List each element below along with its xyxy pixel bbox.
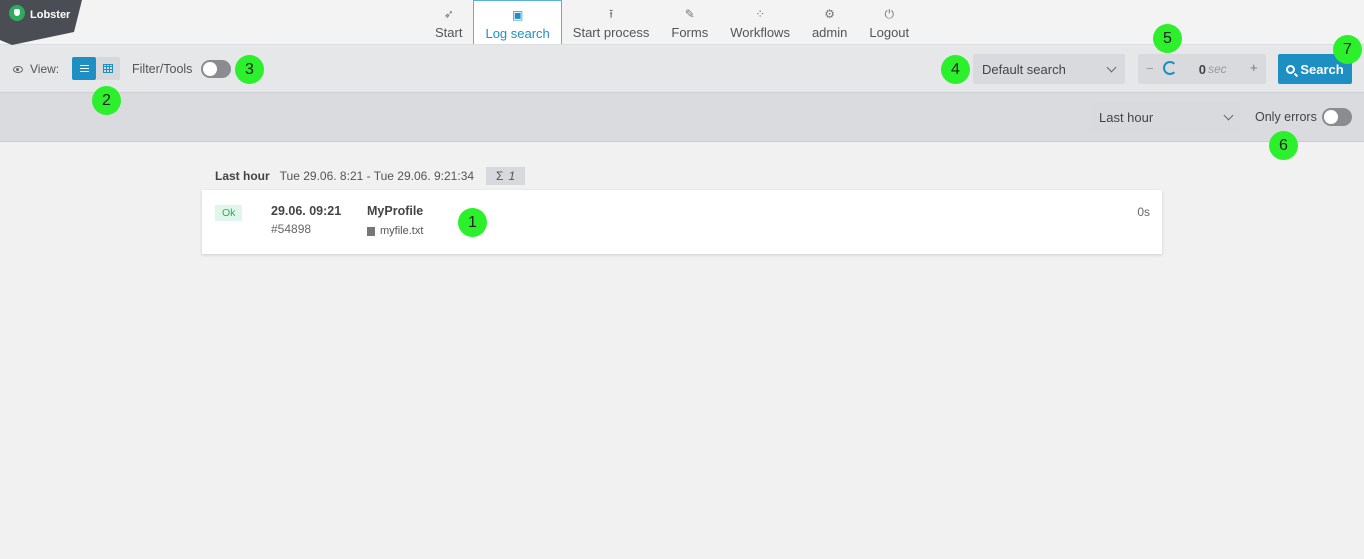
table-icon [103, 64, 113, 73]
annotation-marker-4: 4 [941, 55, 970, 84]
entry-time: 29.06. 09:21 [271, 204, 342, 218]
filter-tools-toggle[interactable] [201, 60, 231, 78]
results-period: Last hour [215, 169, 270, 183]
refresh-icon[interactable] [1163, 61, 1177, 75]
nav-start-process[interactable]: ⭱ Start process [562, 0, 661, 45]
search-icon [1286, 64, 1296, 74]
only-errors-toggle[interactable] [1322, 108, 1352, 126]
view-label-text: View: [30, 62, 60, 76]
annotation-marker-5: 5 [1153, 24, 1182, 53]
refresh-increase-button[interactable]: + [1250, 60, 1258, 75]
entry-job-id: #54898 [271, 222, 312, 236]
status-badge: Ok [215, 205, 243, 221]
list-view-button[interactable] [72, 57, 96, 80]
refresh-interval-unit: sec [1208, 62, 1227, 76]
document-search-icon: ▣ [511, 8, 524, 22]
search-toolbar: View: Filter/Tools Default search − 0 se… [0, 45, 1364, 93]
annotation-marker-2: 2 [92, 86, 121, 115]
upload-icon: ⭱ [608, 7, 614, 21]
lobster-logo[interactable]: Lobster [0, 0, 82, 45]
nav-forms[interactable]: ✎ Forms [660, 0, 719, 45]
nav-logout[interactable]: ⏻ Logout [858, 0, 920, 45]
nav-workflows[interactable]: ⁘ Workflows [719, 0, 801, 45]
nav-admin-label: admin [811, 25, 848, 40]
annotation-marker-1: 1 [458, 208, 487, 237]
entry-profile-name: MyProfile [367, 204, 424, 218]
time-period-select[interactable]: Last hour [1090, 102, 1242, 132]
nav-start-label: Start [435, 25, 463, 40]
results-header: Last hour Tue 29.06. 8:21 - Tue 29.06. 9… [215, 167, 526, 185]
main-nav: ➶ Start ▣ Log search ⭱ Start process ✎ F… [424, 0, 920, 45]
nav-logout-label: Logout [869, 25, 910, 40]
nav-admin[interactable]: ⚙ admin [801, 0, 858, 45]
results-count-badge: Σ1 [486, 167, 526, 185]
chevron-down-icon [1223, 110, 1234, 121]
saved-search-value: Default search [982, 62, 1066, 77]
view-label: View: [13, 62, 59, 76]
admin-user-icon: ⚙ [824, 7, 836, 21]
nav-workflows-label: Workflows [730, 25, 790, 40]
logo-text: Lobster [30, 9, 71, 21]
nav-log-search-label: Log search [485, 26, 550, 41]
nav-start[interactable]: ➶ Start [424, 0, 473, 45]
list-icon [79, 65, 89, 72]
saved-search-select[interactable]: Default search [973, 54, 1125, 84]
nav-forms-label: Forms [671, 25, 709, 40]
auto-refresh-control: − 0 sec + [1138, 54, 1266, 84]
annotation-marker-3: 3 [235, 55, 264, 84]
search-button-label: Search [1300, 61, 1344, 77]
results-time-range: Tue 29.06. 8:21 - Tue 29.06. 9:21:34 [279, 169, 475, 183]
rocket-icon: ➶ [443, 7, 454, 21]
annotation-marker-7: 7 [1333, 35, 1362, 64]
eye-icon [13, 65, 23, 73]
refresh-decrease-button[interactable]: − [1146, 61, 1154, 76]
refresh-interval-value[interactable]: 0 [1182, 62, 1206, 77]
power-icon: ⏻ [884, 7, 895, 21]
nav-start-process-label: Start process [572, 25, 650, 40]
results-count: 1 [508, 169, 516, 183]
sum-icon: Σ [496, 169, 504, 183]
edit-icon: ✎ [684, 7, 695, 21]
log-entry-card[interactable]: Ok 29.06. 09:21 #54898 MyProfile myfile.… [202, 190, 1162, 254]
entry-file-name: myfile.txt [380, 225, 424, 237]
nav-log-search[interactable]: ▣ Log search [473, 0, 562, 44]
filter-tools-label: Filter/Tools [132, 62, 193, 76]
entry-file: myfile.txt [367, 225, 423, 237]
table-view-button[interactable] [96, 57, 120, 80]
entry-duration: 0s [1137, 205, 1150, 219]
workflow-icon: ⁘ [755, 7, 766, 21]
time-period-value: Last hour [1099, 110, 1154, 125]
filter-bar: Last hour Only errors [0, 93, 1364, 142]
file-input-icon [367, 226, 375, 236]
only-errors-label: Only errors [1255, 110, 1317, 124]
lobster-mascot-icon [9, 5, 25, 21]
annotation-marker-6: 6 [1269, 131, 1298, 160]
chevron-down-icon [1106, 62, 1117, 73]
